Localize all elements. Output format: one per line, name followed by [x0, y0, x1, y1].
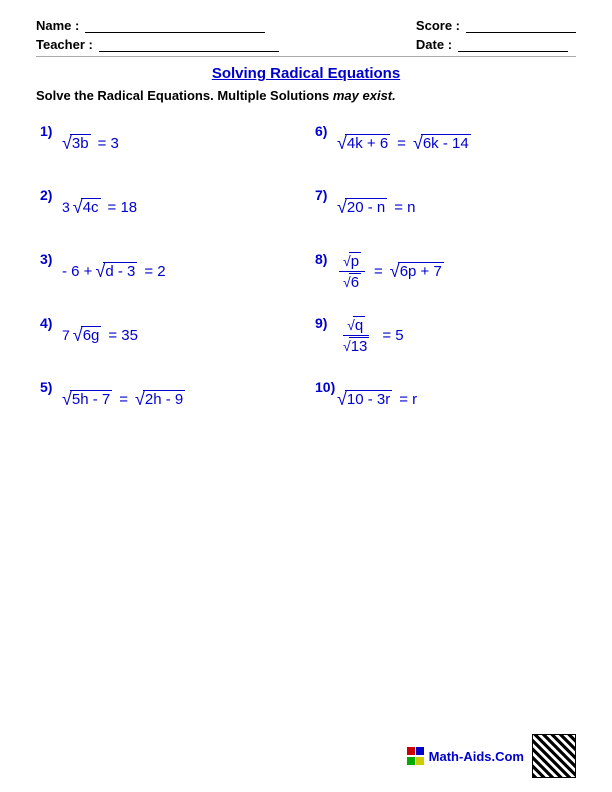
- problem-8: 8) √p √6 = √6p + 7: [311, 239, 576, 303]
- brand-logo: Math-Aids.Com: [407, 747, 524, 765]
- prob-num-8: 8): [315, 249, 337, 267]
- header-right: Score : Date :: [416, 18, 576, 52]
- prob-num-7: 7): [315, 185, 337, 203]
- teacher-line: Teacher :: [36, 37, 279, 52]
- prob-num-1: 1): [40, 121, 62, 139]
- problem-7: 7) √20 - n = n: [311, 175, 576, 239]
- problem-5: 5) √5h - 7 = √2h - 9: [36, 367, 301, 431]
- score-field: [466, 19, 576, 33]
- name-line: Name :: [36, 18, 279, 33]
- logo-sq-red: [407, 747, 415, 755]
- logo-squares-icon: [407, 747, 425, 765]
- problem-2: 2) 3 √4c = 18: [36, 175, 301, 239]
- problem-4: 4) 7 √6g = 35: [36, 303, 301, 367]
- radical-1: √3b: [62, 134, 91, 152]
- problems-grid: 1) √3b = 3 6) √4k + 6 = √6k - 14: [36, 111, 576, 431]
- prob-num-10: 10): [315, 377, 337, 395]
- problem-10: 10) √10 - 3r = r: [311, 367, 576, 431]
- prob-expr-6: √4k + 6 = √6k - 14: [337, 134, 471, 152]
- score-label: Score :: [416, 18, 460, 33]
- date-label: Date :: [416, 37, 452, 52]
- date-field: [458, 38, 568, 52]
- radical-3: √d - 3: [95, 262, 137, 280]
- radical-8b: √6p + 7: [390, 262, 444, 280]
- prob-num-4: 4): [40, 313, 62, 331]
- radical-6b: √6k - 14: [413, 134, 471, 152]
- worksheet-page: Name : Teacher : Score : Date : Solving …: [0, 0, 612, 792]
- prob-expr-9: √q √13 = 5: [337, 316, 408, 355]
- instructions: Solve the Radical Equations. Multiple So…: [36, 88, 576, 103]
- problem-9: 9) √q √13 = 5: [311, 303, 576, 367]
- date-line: Date :: [416, 37, 576, 52]
- logo-sq-green: [407, 757, 415, 765]
- page-title: Solving Radical Equations: [36, 65, 576, 82]
- problem-1: 1) √3b = 3: [36, 111, 301, 175]
- teacher-label: Teacher :: [36, 37, 93, 52]
- header-left: Name : Teacher :: [36, 18, 279, 52]
- prob-expr-7: √20 - n = n: [337, 198, 420, 216]
- qr-code-icon: [532, 734, 576, 778]
- prob-expr-2: 3 √4c = 18: [62, 198, 141, 216]
- header: Name : Teacher : Score : Date :: [36, 18, 576, 52]
- header-divider: [36, 56, 576, 57]
- prob-expr-4: 7 √6g = 35: [62, 326, 142, 344]
- fraction-9: √q √13: [339, 316, 373, 355]
- prob-expr-1: √3b = 3: [62, 134, 123, 152]
- radical-2: √4c: [73, 198, 101, 216]
- logo-sq-yellow: [416, 757, 424, 765]
- problem-6: 6) √4k + 6 = √6k - 14: [311, 111, 576, 175]
- prob-expr-8: √p √6 = √6p + 7: [337, 252, 444, 291]
- brand-name: Math-Aids.Com: [429, 749, 524, 764]
- teacher-field: [99, 38, 279, 52]
- prob-num-2: 2): [40, 185, 62, 203]
- radical-10: √10 - 3r: [337, 390, 392, 408]
- prob-num-6: 6): [315, 121, 337, 139]
- prob-expr-3: - 6 + √d - 3 = 2: [62, 262, 170, 280]
- prob-num-3: 3): [40, 249, 62, 267]
- prob-num-9: 9): [315, 313, 337, 331]
- radical-6a: √4k + 6: [337, 134, 390, 152]
- problem-3: 3) - 6 + √d - 3 = 2: [36, 239, 301, 303]
- radical-5a: √5h - 7: [62, 390, 112, 408]
- name-label: Name :: [36, 18, 79, 33]
- logo-sq-blue: [416, 747, 424, 755]
- prob-expr-5: √5h - 7 = √2h - 9: [62, 390, 185, 408]
- fraction-8: √p √6: [339, 252, 365, 291]
- radical-7: √20 - n: [337, 198, 387, 216]
- footer: Math-Aids.Com: [407, 734, 576, 778]
- prob-num-5: 5): [40, 377, 62, 395]
- radical-4: √6g: [73, 326, 102, 344]
- prob-expr-10: √10 - 3r = r: [337, 390, 421, 408]
- radical-5b: √2h - 9: [135, 390, 185, 408]
- score-line: Score :: [416, 18, 576, 33]
- name-field: [85, 19, 265, 33]
